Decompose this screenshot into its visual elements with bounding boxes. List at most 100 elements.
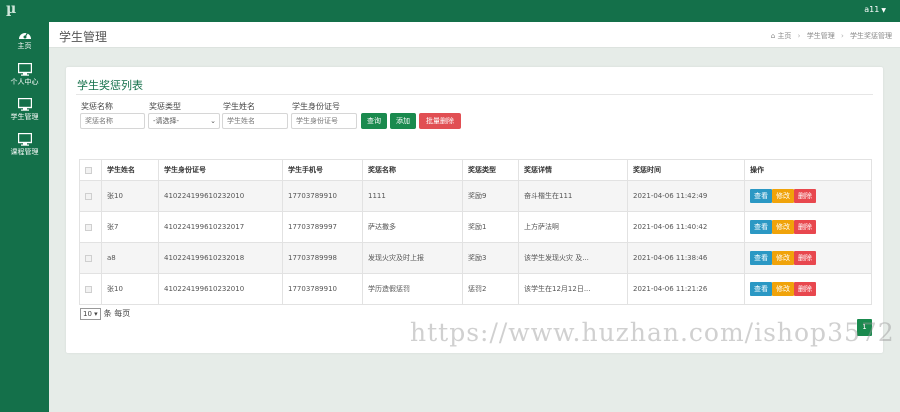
user-name: a11 xyxy=(864,5,880,14)
panel-title: 学生奖惩列表 xyxy=(77,79,143,92)
monitor-icon xyxy=(17,63,32,76)
reward-type-cell: 惩罚2 xyxy=(462,273,519,305)
column-header: 奖惩名称 xyxy=(362,159,463,181)
sidebar-item-students[interactable]: 学生管理 xyxy=(0,98,49,132)
actions-cell: 查看 修改 删除 xyxy=(744,211,872,243)
page-size-value: 10 xyxy=(83,310,92,318)
student-name-input[interactable] xyxy=(222,113,288,129)
row-select-cell xyxy=(79,242,102,274)
home-icon: ⌂ xyxy=(770,32,776,40)
caret-down-icon: ▼ xyxy=(881,7,886,14)
student-name-cell: a8 xyxy=(101,242,159,274)
phone-cell: 17703789998 xyxy=(282,242,363,274)
delete-button[interactable]: 删除 xyxy=(794,282,816,296)
id-card-cell: 410224199610232018 xyxy=(158,242,283,274)
reward-title-cell: 萨达撒多 xyxy=(362,211,463,243)
reward-time-cell: 2021-04-06 11:40:42 xyxy=(627,211,745,243)
edit-button[interactable]: 修改 xyxy=(772,282,794,296)
batch-delete-button[interactable]: 批量删除 xyxy=(419,113,461,129)
delete-button[interactable]: 删除 xyxy=(794,189,816,203)
actions-cell: 查看 修改 删除 xyxy=(744,242,872,274)
view-button[interactable]: 查看 xyxy=(750,220,772,234)
chevron-right-icon: › xyxy=(797,32,801,40)
reward-title-cell: 学历造假惩罚 xyxy=(362,273,463,305)
reward-name-label: 奖惩名称 xyxy=(81,102,113,111)
list-panel: 学生奖惩列表 奖惩名称 奖惩类型 -请选择- ⌄ 学生姓名 学生身份证号 查询 … xyxy=(66,67,883,353)
page-header: 学生管理 ⌂ 主页 › 学生管理 › 学生奖惩管理 xyxy=(49,22,900,48)
reward-type-cell: 奖励9 xyxy=(462,180,519,212)
delete-button[interactable]: 删除 xyxy=(794,220,816,234)
student-name-cell: 张7 xyxy=(101,211,159,243)
reward-time-cell: 2021-04-06 11:38:46 xyxy=(627,242,745,274)
edit-button[interactable]: 修改 xyxy=(772,251,794,265)
dashboard-icon xyxy=(18,31,31,39)
user-menu[interactable]: a11 ▼ xyxy=(864,5,886,14)
main-content: 学生管理 ⌂ 主页 › 学生管理 › 学生奖惩管理 学生奖惩列表 奖惩名称 奖惩… xyxy=(49,22,900,412)
page-size-select[interactable]: 10 ▾ xyxy=(80,308,101,320)
reward-type-value: -请选择- xyxy=(153,117,180,125)
row-select-cell xyxy=(79,273,102,305)
breadcrumb: ⌂ 主页 › 学生管理 › 学生奖惩管理 xyxy=(771,31,892,41)
add-button[interactable]: 添加 xyxy=(390,113,416,129)
table-row: 张10 410224199610232010 17703789910 1111 … xyxy=(79,180,872,212)
id-card-cell: 410224199610232010 xyxy=(158,273,283,305)
phone-cell: 17703789997 xyxy=(282,211,363,243)
student-idcard-input[interactable] xyxy=(291,113,357,129)
sidebar-item-profile[interactable]: 个人中心 xyxy=(0,63,49,97)
breadcrumb-students[interactable]: 学生管理 xyxy=(807,31,835,41)
reward-name-input[interactable] xyxy=(80,113,145,129)
row-checkbox[interactable] xyxy=(85,285,92,293)
top-bar: µ a11 ▼ xyxy=(0,0,900,22)
select-all-checkbox[interactable] xyxy=(85,166,92,174)
chevron-down-icon: ▾ xyxy=(94,310,98,318)
records-table: 学生姓名 学生身份证号 学生手机号 奖惩名称 奖惩类型 奖惩详情 奖惩时间 操作… xyxy=(79,159,872,305)
column-header: 学生姓名 xyxy=(101,159,159,181)
reward-time-cell: 2021-04-06 11:21:26 xyxy=(627,273,745,305)
table-row: 张7 410224199610232017 17703789997 萨达撒多 奖… xyxy=(79,211,872,243)
column-header: 奖惩详情 xyxy=(518,159,628,181)
sidebar-item-label: 主页 xyxy=(17,42,32,50)
sidebar-item-label: 个人中心 xyxy=(10,78,39,86)
table-row: 张10 410224199610232010 17703789910 学历造假惩… xyxy=(79,273,872,305)
sidebar-item-label: 课程管理 xyxy=(10,148,39,156)
student-name-label: 学生姓名 xyxy=(223,102,255,111)
page-size-suffix: 条 每页 xyxy=(103,309,131,318)
view-button[interactable]: 查看 xyxy=(750,251,772,265)
sidebar-item-courses[interactable]: 课程管理 xyxy=(0,133,49,167)
delete-button[interactable]: 删除 xyxy=(794,251,816,265)
row-checkbox[interactable] xyxy=(85,223,92,231)
breadcrumb-home[interactable]: 主页 xyxy=(777,31,791,41)
student-name-cell: 张10 xyxy=(101,273,159,305)
id-card-cell: 410224199610232017 xyxy=(158,211,283,243)
column-header: 奖惩时间 xyxy=(627,159,745,181)
student-name-cell: 张10 xyxy=(101,180,159,212)
reward-detail-cell: 上方萨法啊 xyxy=(518,211,628,243)
row-select-cell xyxy=(79,180,102,212)
reward-title-cell: 发现火灾及时上报 xyxy=(362,242,463,274)
edit-button[interactable]: 修改 xyxy=(772,220,794,234)
select-all-cell xyxy=(79,159,102,181)
view-button[interactable]: 查看 xyxy=(750,189,772,203)
row-select-cell xyxy=(79,211,102,243)
reward-detail-cell: 该学生发现火灾 及... xyxy=(518,242,628,274)
sidebar-item-home[interactable]: 主页 xyxy=(0,28,49,62)
reward-type-select[interactable]: -请选择- ⌄ xyxy=(148,113,220,129)
breadcrumb-current: 学生奖惩管理 xyxy=(850,32,892,40)
row-checkbox[interactable] xyxy=(85,192,92,200)
reward-type-label: 奖惩类型 xyxy=(149,102,181,111)
sidebar: 主页 个人中心 学生管理 课程管理 xyxy=(0,22,49,412)
phone-cell: 17703789910 xyxy=(282,273,363,305)
reward-time-cell: 2021-04-06 11:42:49 xyxy=(627,180,745,212)
id-card-cell: 410224199610232010 xyxy=(158,180,283,212)
page-title: 学生管理 xyxy=(59,30,108,44)
student-idcard-label: 学生身份证号 xyxy=(292,102,340,111)
reward-detail-cell: 该学生在12月12日... xyxy=(518,273,628,305)
chevron-right-icon: › xyxy=(840,32,844,40)
row-checkbox[interactable] xyxy=(85,254,92,262)
phone-cell: 17703789910 xyxy=(282,180,363,212)
monitor-icon xyxy=(17,98,32,111)
reward-type-cell: 奖励3 xyxy=(462,242,519,274)
query-button[interactable]: 查询 xyxy=(361,113,387,129)
edit-button[interactable]: 修改 xyxy=(772,189,794,203)
view-button[interactable]: 查看 xyxy=(750,282,772,296)
